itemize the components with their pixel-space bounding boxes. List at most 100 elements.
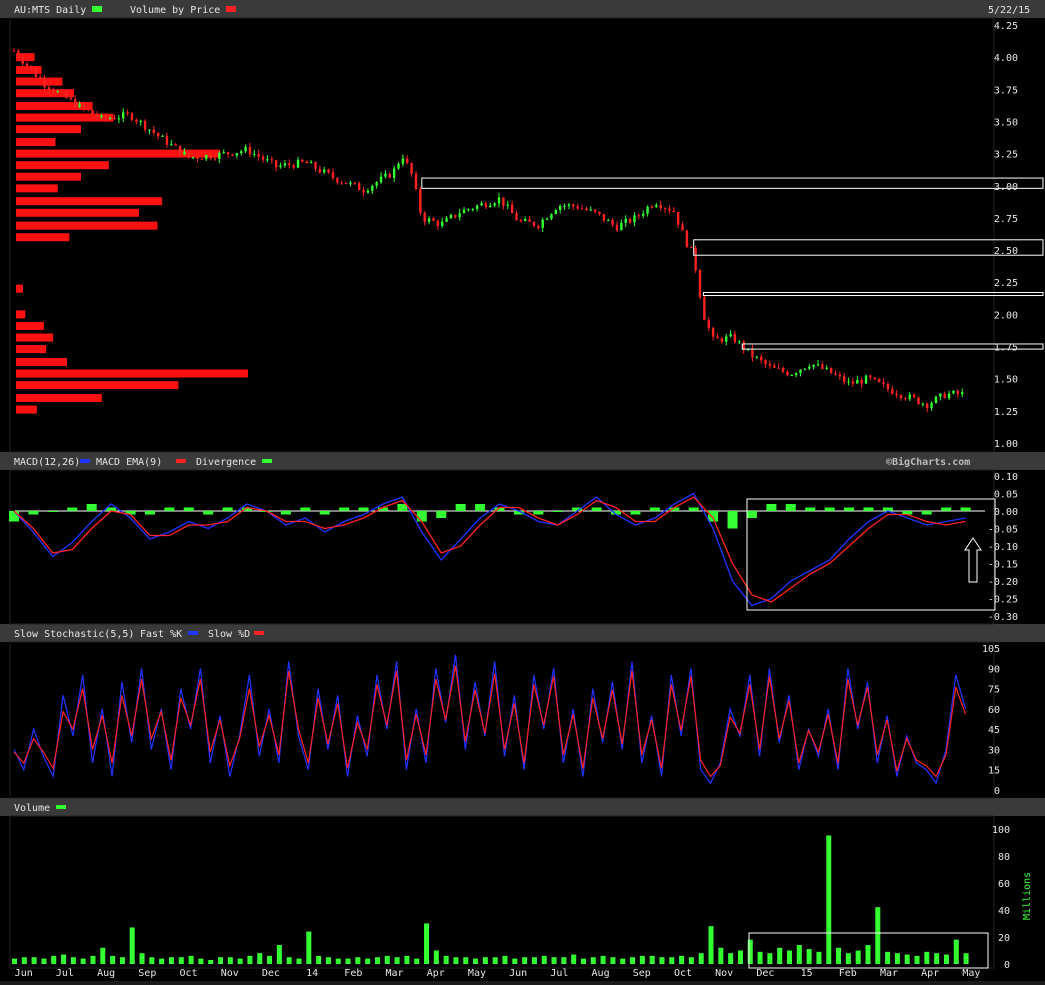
volume-bar: [188, 955, 194, 964]
divergence-bar: [67, 507, 78, 511]
divergence-bar: [183, 507, 194, 511]
divergence-bar: [416, 511, 427, 522]
price-candle-body: [318, 168, 322, 173]
macd-tick-label: -0.20: [988, 577, 1018, 588]
divergence-bar: [144, 511, 155, 515]
divergence-bar: [319, 511, 330, 515]
stochastic-tick-label: 45: [988, 725, 1000, 736]
volume-bar: [894, 953, 900, 964]
macd-tick-label: -0.15: [988, 560, 1018, 571]
fast-k-legend-label: Fast %K: [140, 629, 182, 640]
gap-zones-layer: [421, 177, 1044, 350]
price-candle-body: [558, 205, 562, 210]
volume-tick-label: 40: [998, 906, 1010, 917]
price-candle-body: [554, 209, 558, 215]
price-candle-body: [165, 135, 169, 145]
macd-tick-label: 0.10: [994, 472, 1018, 483]
price-candle-body: [371, 185, 374, 191]
divergence-bar: [436, 511, 447, 518]
price-candle-body: [510, 204, 514, 214]
gap-zone-box: [421, 177, 1044, 189]
price-candle-body: [794, 373, 798, 376]
price-candle-body: [484, 203, 488, 207]
price-candle-body: [742, 341, 745, 350]
volume-bar: [737, 950, 743, 964]
price-candle-body: [602, 214, 606, 221]
volume-bar: [580, 958, 586, 964]
price-candle-body: [143, 120, 147, 130]
price-candle-body: [95, 114, 99, 118]
price-candle-body: [952, 390, 955, 394]
price-candle-body: [375, 182, 378, 186]
volume-bar: [482, 957, 488, 964]
divergence-bar: [280, 511, 291, 515]
price-candle-body: [213, 158, 217, 160]
x-axis-tick-label: Dec: [262, 968, 280, 979]
volume-by-price-bar: [16, 310, 26, 319]
divergence-bar: [766, 504, 777, 511]
macd-tick-label: 0.00: [994, 507, 1018, 518]
price-candle-body: [698, 270, 702, 298]
stochastic-layer: [13, 654, 967, 785]
price-candle-body: [908, 394, 911, 399]
divergence-bar: [222, 507, 233, 511]
volume-bar: [786, 950, 792, 964]
price-candle-body: [274, 160, 278, 167]
volume-bar: [384, 955, 390, 964]
price-candle-body: [327, 169, 330, 173]
price-candle-body: [611, 220, 614, 225]
price-candle-body: [283, 163, 287, 166]
volume-by-price-bar: [16, 345, 47, 354]
price-candle-body: [864, 375, 868, 384]
gap-zone-box: [702, 292, 1044, 297]
volume-bar: [708, 926, 714, 964]
x-axis-tick-label: May: [962, 968, 980, 979]
volume-bar: [630, 957, 636, 964]
volume-by-price-bar: [16, 233, 70, 242]
stochastic-tick-label: 0: [994, 786, 1000, 797]
price-candle-body: [362, 190, 365, 193]
divergence-bar: [649, 507, 660, 511]
volume-panel-border: [9, 815, 995, 969]
price-tick-label: 3.00: [994, 182, 1018, 193]
price-candle-body: [261, 156, 265, 160]
x-axis-tick-label: Aug: [97, 968, 115, 979]
price-candle-body: [803, 368, 807, 370]
volume-by-price-bar: [16, 405, 37, 414]
divergence-bar: [358, 507, 369, 511]
price-candle-body: [388, 173, 391, 178]
volume-title: Volume: [14, 803, 50, 814]
price-candle-body: [288, 163, 291, 166]
divergence-bar: [805, 507, 816, 511]
price-candle-body: [183, 151, 186, 155]
volume-bar: [885, 951, 891, 964]
divergence-bar: [785, 504, 796, 511]
volume-bar: [963, 953, 969, 964]
price-candle-body: [301, 159, 304, 162]
volume-bar: [649, 955, 655, 964]
divergence-bar: [9, 511, 19, 522]
volume-by-price-bar: [16, 333, 54, 342]
volume-bar: [512, 958, 518, 964]
volume-bar: [914, 955, 920, 964]
volume-bar: [316, 955, 322, 964]
price-candle-body: [620, 222, 623, 231]
price-candle-body: [34, 68, 38, 77]
macd-signal-line: [13, 496, 966, 603]
stochastic-tick-label: 30: [988, 745, 1000, 756]
volume-axis-label: Millions: [1022, 872, 1033, 920]
divergence-legend-swatch: [262, 459, 272, 463]
volume-bar: [325, 957, 331, 964]
price-candle-body: [786, 371, 789, 376]
divergence-legend-label: Divergence: [196, 457, 256, 468]
volume-bar: [345, 958, 351, 964]
price-candle-body: [178, 145, 182, 155]
price-candle-body: [73, 99, 77, 108]
price-candle-body: [904, 398, 907, 400]
volume-bar: [522, 957, 528, 964]
volume-tick-label: 80: [998, 852, 1010, 863]
volume-bar: [757, 951, 763, 964]
price-candle-body: [410, 162, 413, 174]
price-candle-body: [336, 177, 339, 183]
x-axis-tick-label: Oct: [179, 968, 197, 979]
